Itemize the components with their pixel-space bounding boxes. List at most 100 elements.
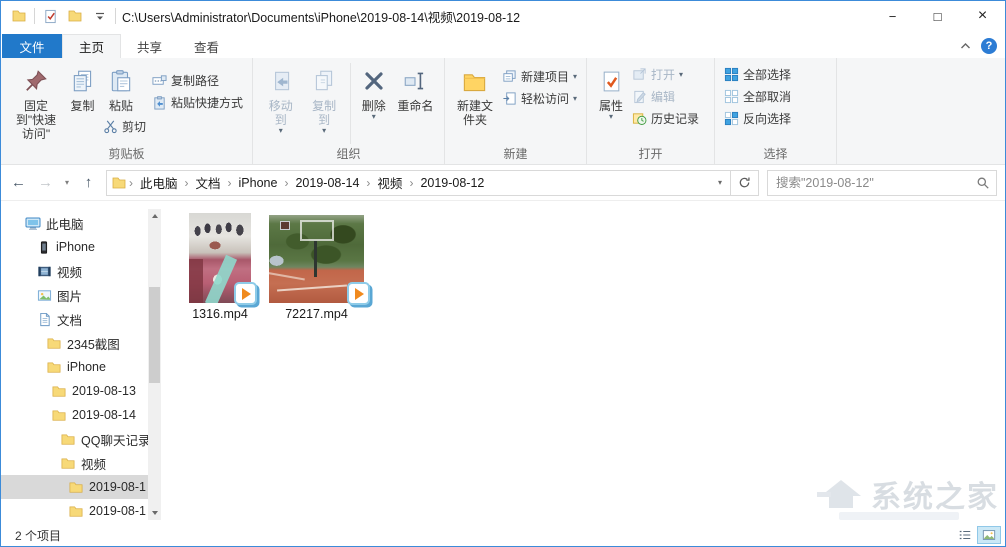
sidebar-item-2019-08-1x[interactable]: 2019-08-1 — [1, 499, 161, 523]
sidebar-item-this-pc[interactable]: 此电脑 — [1, 211, 161, 235]
breadcrumb[interactable]: › 此电脑 › 文档 › iPhone › 2019-08-14 › 视频 › … — [106, 169, 731, 196]
properties-quick-icon[interactable] — [40, 6, 60, 26]
folder-icon — [46, 360, 62, 375]
history-button[interactable]: 历史记录 — [629, 107, 702, 129]
breadcrumb-2019-08-14[interactable]: 2019-08-14 — [290, 176, 364, 190]
new-folder-button[interactable]: 新建文件夹 — [452, 61, 498, 129]
search-input[interactable] — [768, 170, 996, 195]
file-item-1316[interactable]: 1316.mp4 — [189, 211, 257, 321]
file-item-72217[interactable]: 72217.mp4 — [269, 211, 370, 321]
cut-icon — [103, 119, 118, 134]
details-view-button[interactable] — [953, 526, 977, 544]
delete-label: 删除 — [361, 99, 386, 113]
sidebar-item-videos-folder[interactable]: 视频 — [1, 451, 161, 475]
collapse-ribbon-icon[interactable] — [960, 42, 971, 50]
address-dropdown-icon[interactable]: ▾ — [714, 178, 726, 187]
minimize-button[interactable]: − — [870, 1, 915, 31]
move-to-button[interactable]: 移动到 ▾ — [260, 61, 301, 137]
breadcrumb-iphone[interactable]: iPhone — [234, 176, 283, 190]
close-button[interactable]: × — [960, 1, 1005, 31]
rename-button[interactable]: 重命名 — [394, 61, 437, 115]
open-button[interactable]: 打开 ▾ — [629, 63, 702, 85]
sidebar-item-iphone-device[interactable]: iPhone — [1, 235, 161, 259]
tab-home[interactable]: 主页 — [62, 34, 122, 58]
paste-button[interactable]: 粘贴 — [101, 61, 141, 115]
sidebar-item-2019-08-13[interactable]: 2019-08-13 — [1, 379, 161, 403]
delete-button[interactable]: 删除 ▾ — [356, 61, 392, 123]
breadcrumb-videos[interactable]: 视频 — [372, 173, 407, 192]
new-folder-quick-icon[interactable] — [65, 6, 85, 26]
copy-button[interactable]: 复制 — [66, 61, 99, 115]
forward-button[interactable]: → — [32, 171, 59, 195]
breadcrumb-documents[interactable]: 文档 — [191, 173, 226, 192]
new-item-button[interactable]: 新建项目 ▾ — [499, 65, 580, 87]
sidebar-item-label: 视频 — [57, 265, 83, 280]
help-icon[interactable]: ? — [981, 38, 997, 54]
select-none-icon — [724, 89, 739, 104]
sidebar-scrollbar[interactable] — [148, 209, 161, 520]
move-to-label: 移动到 — [268, 99, 293, 127]
folder-icon — [51, 384, 67, 399]
paste-label: 粘贴 — [108, 99, 133, 113]
edit-button[interactable]: 编辑 — [629, 85, 702, 107]
paste-shortcut-button[interactable]: 粘贴快捷方式 — [149, 91, 246, 113]
properties-icon — [599, 63, 624, 99]
scroll-up-icon[interactable] — [148, 209, 161, 223]
dropdown-icon: ▾ — [278, 126, 283, 135]
group-label-open: 打开 — [638, 147, 663, 161]
video-icon — [37, 264, 52, 279]
sidebar-item-videos[interactable]: 视频 — [1, 259, 161, 283]
invert-selection-button[interactable]: 反向选择 — [721, 107, 794, 129]
edit-label: 编辑 — [651, 89, 676, 104]
sidebar-item-2019-08-12-selected[interactable]: 2019-08-1 — [1, 475, 161, 499]
up-button[interactable]: ↑ — [75, 171, 102, 195]
chevron-right-icon: › — [227, 175, 232, 190]
recent-locations-icon[interactable]: ▾ — [59, 171, 75, 195]
sidebar-item-documents[interactable]: 文档 — [1, 307, 161, 331]
sidebar-item-label: 视频 — [81, 457, 107, 472]
group-label-new: 新建 — [503, 147, 528, 161]
scroll-down-icon[interactable] — [148, 506, 161, 520]
play-overlay-icon — [234, 282, 257, 305]
breadcrumb-2019-08-12[interactable]: 2019-08-12 — [415, 176, 489, 190]
select-all-label: 全部选择 — [743, 67, 792, 82]
move-to-icon — [268, 63, 294, 99]
sidebar-item-label: QQ聊天记录 — [81, 433, 151, 448]
thumbnail-view-button[interactable] — [977, 526, 1001, 544]
customize-toolbar-icon[interactable] — [90, 6, 110, 26]
properties-button[interactable]: 属性 ▾ — [594, 61, 628, 123]
back-button[interactable]: ← — [5, 171, 32, 195]
refresh-button[interactable] — [731, 169, 759, 196]
pin-to-quick-access-button[interactable]: 固定到"快速访问" — [8, 61, 64, 143]
tab-share[interactable]: 共享 — [121, 34, 178, 58]
folder-icon — [68, 480, 84, 495]
chevron-right-icon: › — [184, 175, 189, 190]
ribbon-tab-row: 文件 主页 共享 查看 ? — [1, 31, 1005, 58]
breadcrumb-this-pc[interactable]: 此电脑 — [135, 173, 183, 192]
group-label-organize: 组织 — [336, 147, 361, 161]
folder-icon[interactable] — [9, 6, 29, 26]
sidebar-item-qq-chat[interactable]: QQ聊天记录 — [1, 427, 161, 451]
search-box[interactable] — [767, 169, 997, 196]
copy-path-button[interactable]: 复制路径 — [149, 69, 246, 91]
pin-label: 固定到"快速访问" — [15, 99, 57, 141]
copy-to-button[interactable]: 复制到 ▾ — [303, 61, 344, 137]
sidebar-item-iphone-folder[interactable]: iPhone — [1, 355, 161, 379]
tab-view[interactable]: 查看 — [178, 34, 235, 58]
select-all-button[interactable]: 全部选择 — [721, 63, 794, 85]
tab-file[interactable]: 文件 — [2, 34, 62, 58]
sidebar-item-pictures[interactable]: 图片 — [1, 283, 161, 307]
scrollbar-thumb[interactable] — [149, 287, 160, 383]
dropdown-icon: ▾ — [608, 112, 613, 121]
cut-label: 剪切 — [121, 119, 146, 134]
sidebar-item-2345-screenshots[interactable]: 2345截图 — [1, 331, 161, 355]
divider — [34, 8, 35, 24]
select-all-icon — [724, 67, 739, 82]
cut-button[interactable]: 剪切 — [100, 115, 149, 137]
sidebar-item-2019-08-14[interactable]: 2019-08-14 — [1, 403, 161, 427]
easy-access-button[interactable]: 轻松访问 ▾ — [499, 87, 580, 109]
maximize-button[interactable]: □ — [915, 1, 960, 31]
select-none-button[interactable]: 全部取消 — [721, 85, 794, 107]
sidebar-item-label: 图片 — [57, 289, 83, 304]
search-icon[interactable] — [976, 176, 990, 190]
